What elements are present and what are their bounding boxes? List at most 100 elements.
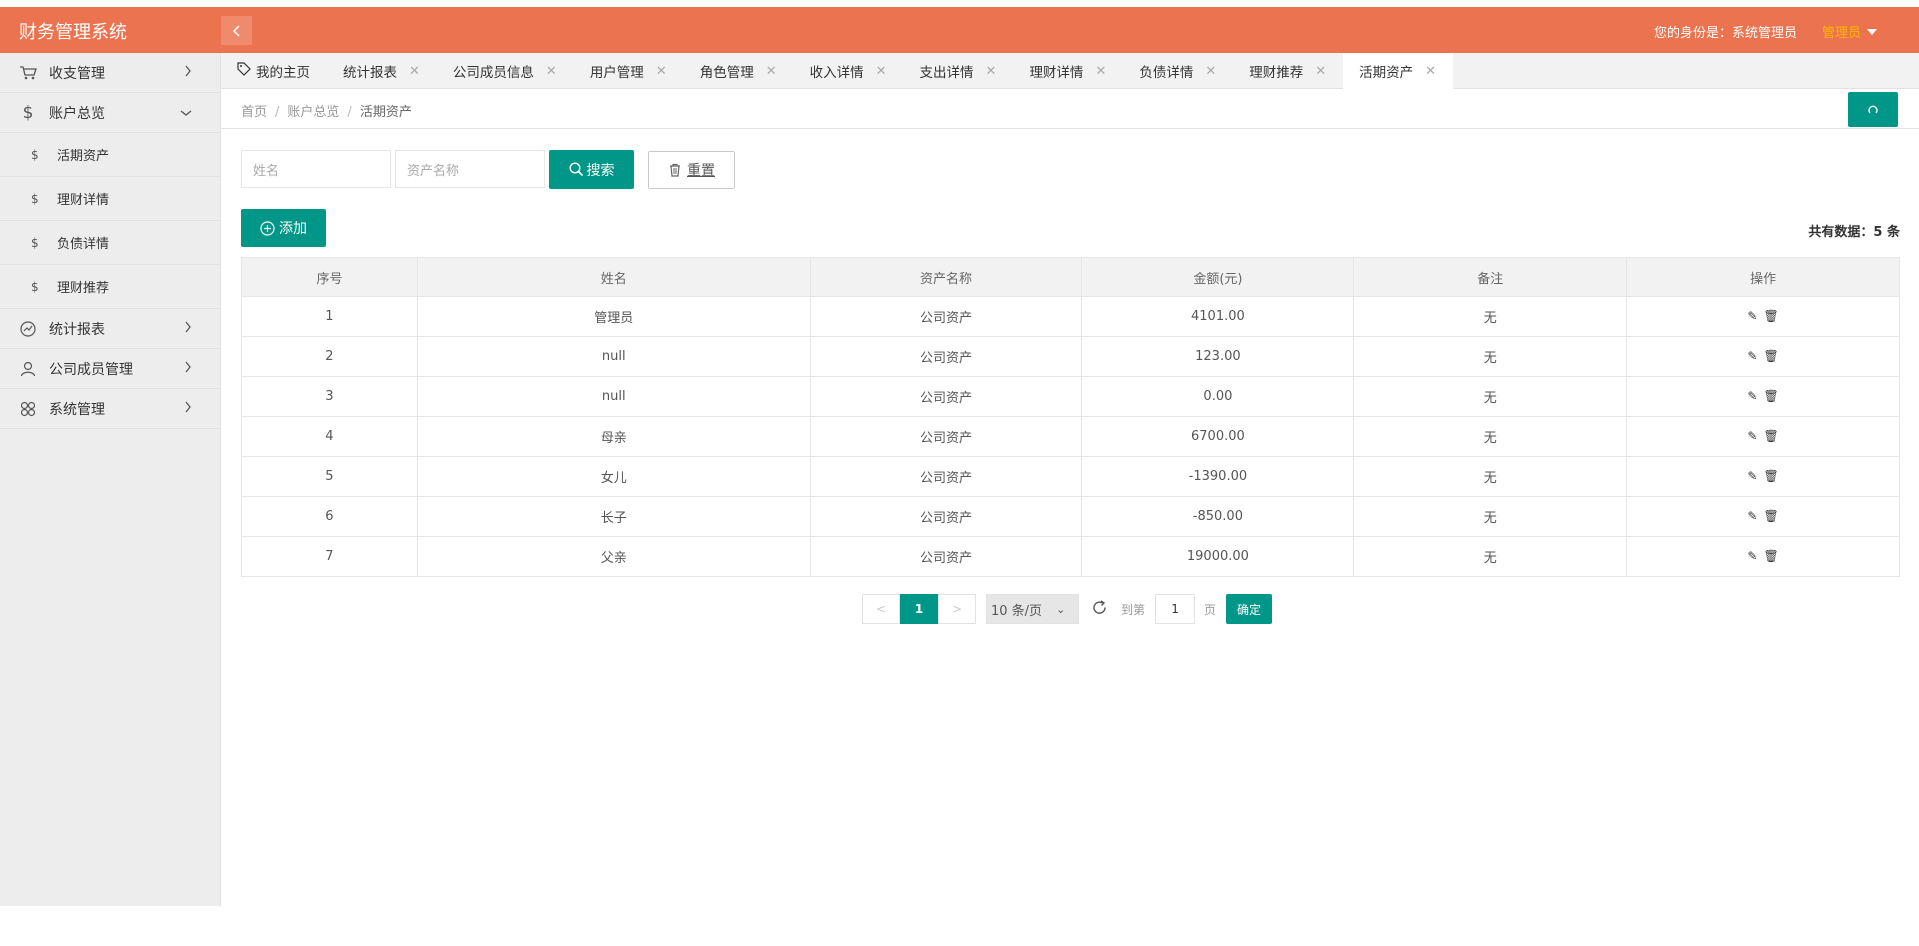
cell-amount: 19000.00 <box>1081 536 1355 577</box>
search-button[interactable]: 搜索 <box>549 150 634 189</box>
goto-confirm-button[interactable]: 确定 <box>1226 594 1273 624</box>
edit-icon[interactable]: ✎ <box>1747 469 1757 483</box>
sidebar-subitem-investment-recommend[interactable]: $ 理财推荐 <box>0 265 220 309</box>
sidebar-subitem-label: 理财详情 <box>57 193 110 208</box>
asset-name-search-input[interactable]: 资产名称 <box>395 150 545 188</box>
cell-asset-name: 公司资产 <box>809 296 1083 337</box>
sidebar-item-system[interactable]: 系统管理 <box>0 389 220 429</box>
cell-actions: ✎ 🗑 <box>1626 296 1900 337</box>
edit-icon[interactable]: ✎ <box>1747 429 1757 443</box>
tab-user-management[interactable]: 用户管理 ✕ <box>574 53 684 89</box>
tab-home[interactable]: 我的主页 <box>221 53 327 89</box>
tab-role-management[interactable]: 角色管理 ✕ <box>684 53 794 89</box>
tab-expense-details[interactable]: 支出详情 ✕ <box>904 53 1014 89</box>
column-header-amount[interactable]: 金额(元) <box>1081 257 1355 297</box>
close-icon[interactable]: ✕ <box>1095 64 1106 79</box>
close-icon[interactable]: ✕ <box>656 64 667 79</box>
tab-debt-details[interactable]: 负债详情 ✕ <box>1123 53 1233 89</box>
cell-name: 管理员 <box>416 296 811 337</box>
user-menu[interactable]: 管理员 <box>1822 22 1877 41</box>
delete-icon[interactable]: 🗑 <box>1763 349 1778 363</box>
close-icon[interactable]: ✕ <box>409 64 420 79</box>
column-header-remark[interactable]: 备注 <box>1353 257 1628 297</box>
name-search-input[interactable]: 姓名 <box>241 150 391 188</box>
add-button[interactable]: 添加 <box>241 209 326 247</box>
chevron-down-icon <box>180 105 192 121</box>
reload-button[interactable] <box>1848 92 1898 127</box>
sidebar-subitem-label: 负债详情 <box>57 237 110 252</box>
cell-actions: ✎ 🗑 <box>1626 456 1900 497</box>
close-icon[interactable]: ✕ <box>546 64 557 79</box>
breadcrumb-home[interactable]: 首页 <box>241 105 267 120</box>
goto-page-input[interactable]: 1 <box>1155 594 1196 624</box>
next-page-button[interactable]: > <box>938 594 976 624</box>
cell-asset-name: 公司资产 <box>809 536 1083 577</box>
edit-icon[interactable]: ✎ <box>1747 549 1757 563</box>
sidebar-subitem-investment-details[interactable]: $ 理财详情 <box>0 177 220 221</box>
tab-bar: 我的主页 统计报表 ✕ 公司成员信息 ✕ 用户管理 ✕ 角色管理 ✕ 收入详情 ✕ 支出详… <box>221 53 1919 89</box>
delete-icon[interactable]: 🗑 <box>1763 429 1778 443</box>
sidebar-subitem-debt-details[interactable]: $ 负债详情 <box>0 221 220 265</box>
app-title: 财务管理系统 <box>19 22 127 43</box>
delete-icon[interactable]: 🗑 <box>1763 549 1778 563</box>
cell-actions: ✎ 🗑 <box>1626 376 1900 417</box>
close-icon[interactable]: ✕ <box>876 64 887 79</box>
sidebar-item-label: 账户总览 <box>49 105 105 122</box>
close-icon[interactable]: ✕ <box>986 64 997 79</box>
cell-actions: ✎ 🗑 <box>1626 536 1900 577</box>
delete-icon[interactable]: 🗑 <box>1763 389 1778 403</box>
tab-investment-recommend[interactable]: 理财推荐 ✕ <box>1233 53 1343 89</box>
page-size-select[interactable]: 10 条/页 ⌄ <box>986 594 1079 624</box>
edit-icon[interactable]: ✎ <box>1747 309 1757 323</box>
tab-label: 理财推荐 <box>1249 65 1304 81</box>
cell-index: 2 <box>241 336 418 377</box>
delete-icon[interactable]: 🗑 <box>1763 309 1778 323</box>
tab-label: 收入详情 <box>809 65 864 81</box>
chevron-right-icon <box>184 65 192 81</box>
column-header-asset-name[interactable]: 资产名称 <box>809 257 1083 297</box>
cell-remark: 无 <box>1353 416 1628 457</box>
dollar-icon: $ <box>31 279 39 294</box>
sidebar-collapse-button[interactable] <box>221 16 252 45</box>
table-row: 1 管理员 公司资产 4101.00 无 ✎ 🗑 <box>241 296 1900 337</box>
reset-button[interactable]: 重置 <box>648 151 735 189</box>
prev-page-button[interactable]: < <box>862 594 900 624</box>
edit-icon[interactable]: ✎ <box>1747 389 1757 403</box>
sidebar-item-statistics[interactable]: 统计报表 <box>0 309 220 349</box>
page-1-button[interactable]: 1 <box>900 594 938 624</box>
cell-amount: 123.00 <box>1081 336 1355 377</box>
column-header-name[interactable]: 姓名 <box>416 257 811 297</box>
refresh-icon[interactable] <box>1091 599 1109 619</box>
sidebar-subitem-current-assets[interactable]: $ 活期资产 <box>0 133 220 177</box>
user-name: 管理员 <box>1821 26 1861 41</box>
close-icon[interactable]: ✕ <box>1205 64 1216 79</box>
delete-icon[interactable]: 🗑 <box>1763 509 1778 523</box>
tab-investment-details[interactable]: 理财详情 ✕ <box>1013 53 1123 89</box>
tab-label: 负债详情 <box>1139 65 1194 81</box>
close-icon[interactable]: ✕ <box>766 64 777 79</box>
sidebar-item-label: 收支管理 <box>49 65 105 82</box>
tab-current-assets[interactable]: 活期资产 ✕ <box>1343 53 1454 89</box>
table-row: 5 女儿 公司资产 -1390.00 无 ✎ 🗑 <box>241 456 1900 497</box>
delete-icon[interactable]: 🗑 <box>1763 469 1778 483</box>
dollar-icon: $ <box>31 191 39 206</box>
tab-member-info[interactable]: 公司成员信息 ✕ <box>437 53 574 89</box>
cell-actions: ✎ 🗑 <box>1626 496 1900 537</box>
edit-icon[interactable]: ✎ <box>1747 349 1757 363</box>
tab-income-details[interactable]: 收入详情 ✕ <box>794 53 904 89</box>
close-icon[interactable]: ✕ <box>1315 64 1326 79</box>
sidebar-item-members[interactable]: 公司成员管理 <box>0 349 220 389</box>
sidebar-item-income-expense[interactable]: 收支管理 <box>0 53 220 93</box>
tab-statistics[interactable]: 统计报表 ✕ <box>327 53 437 89</box>
sidebar-item-account-overview[interactable]: $ 账户总览 <box>0 93 220 133</box>
column-header-index[interactable]: 序号 <box>241 257 418 297</box>
sidebar: 收支管理 $ 账户总览 $ 活期资产 $ 理财详情 $ 负债详情 $ 理财推荐 … <box>0 53 221 906</box>
cell-index: 5 <box>241 456 418 497</box>
cell-name: 女儿 <box>416 456 811 497</box>
close-icon[interactable]: ✕ <box>1425 64 1436 79</box>
cell-actions: ✎ 🗑 <box>1626 336 1900 377</box>
breadcrumb-account-overview[interactable]: 账户总览 <box>287 105 339 120</box>
sidebar-item-label: 系统管理 <box>49 401 105 418</box>
cell-remark: 无 <box>1353 536 1628 577</box>
edit-icon[interactable]: ✎ <box>1747 509 1757 523</box>
